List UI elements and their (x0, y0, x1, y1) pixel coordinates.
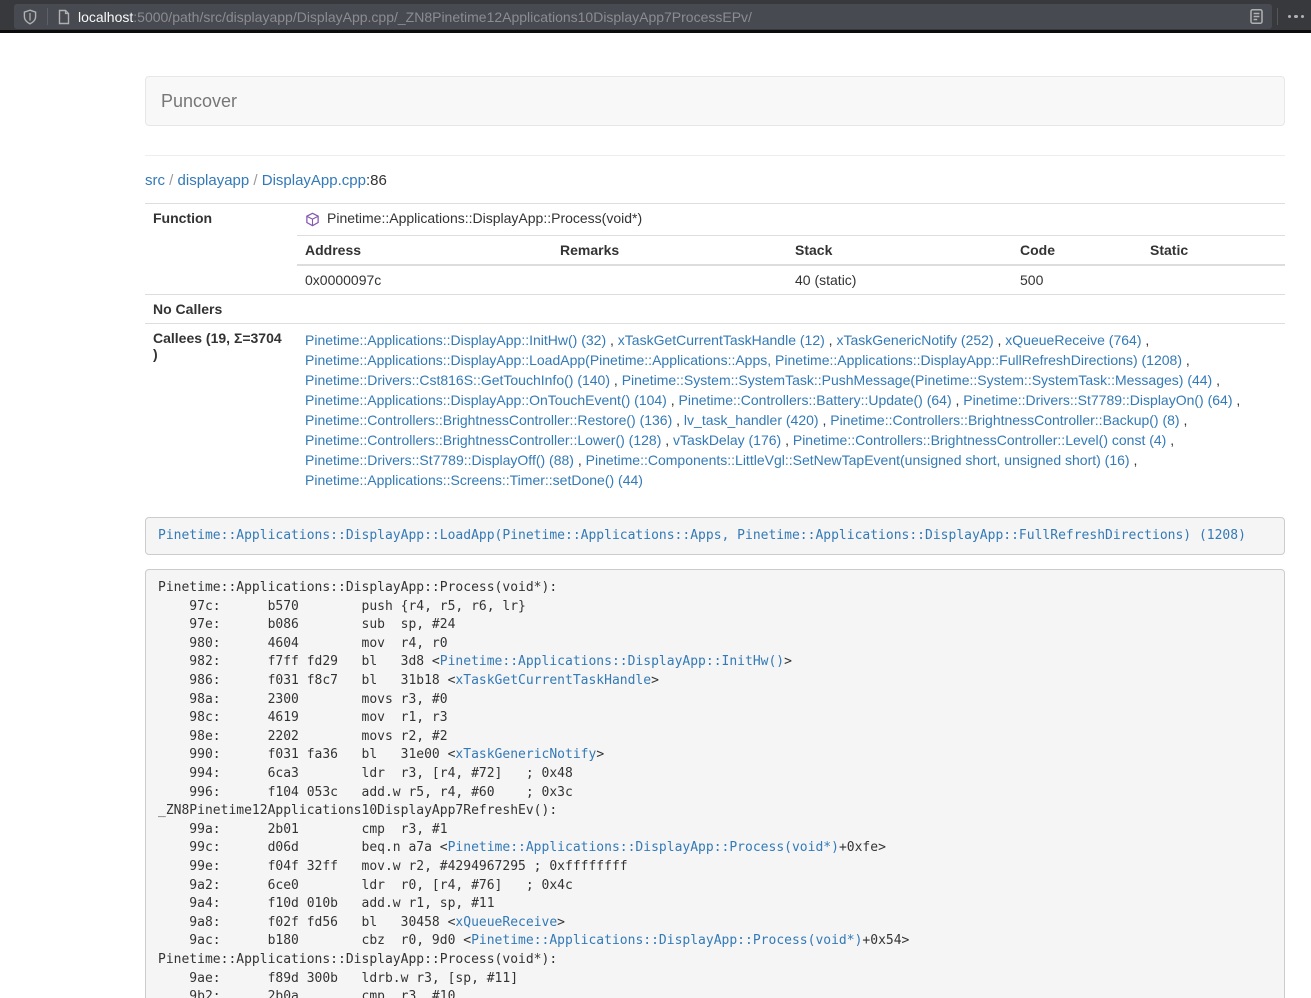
divider (145, 155, 1285, 156)
callee-link[interactable]: Pinetime::Components::LittleVgl::SetNewT… (586, 452, 1130, 468)
function-label: Function (145, 204, 297, 295)
function-row: Function Pinetime::Applications::Display… (145, 204, 1285, 236)
url-bar[interactable]: localhost:5000/path/src/displayapp/Displ… (14, 4, 1272, 29)
callee-link[interactable]: Pinetime::Applications::Screens::Timer::… (305, 472, 643, 488)
callee-separator: , (1180, 412, 1188, 428)
callee-link[interactable]: Pinetime::Controllers::BrightnessControl… (305, 412, 672, 428)
remarks-value (552, 265, 787, 295)
column-stack: Stack (787, 235, 1012, 265)
url-text[interactable]: localhost:5000/path/src/displayapp/Displ… (78, 9, 1241, 25)
brand-link[interactable]: Puncover (146, 76, 252, 126)
callee-link[interactable]: Pinetime::Applications::DisplayApp::Load… (305, 352, 1182, 368)
callee-link[interactable]: Pinetime::Applications::DisplayApp::Init… (305, 332, 606, 348)
breadcrumb-separator: / (165, 172, 178, 189)
callee-link[interactable]: lv_task_handler (420) (684, 412, 819, 428)
function-name: Pinetime::Applications::DisplayApp::Proc… (327, 210, 642, 226)
callees-label: Callees (19, Σ=3704 ) (145, 323, 297, 496)
callee-link[interactable]: vTaskDelay (176) (673, 432, 781, 448)
callee-link[interactable]: xTaskGenericNotify (252) (836, 332, 993, 348)
callee-separator: , (1212, 372, 1220, 388)
callee-separator: , (994, 332, 1006, 348)
breadcrumb-line-number: :86 (366, 172, 387, 189)
callee-separator: , (1141, 332, 1149, 348)
navbar: Puncover (145, 76, 1285, 126)
callee-separator: , (1166, 432, 1174, 448)
no-callers-label: No Callers (145, 294, 297, 323)
static-value (1142, 265, 1285, 295)
url-path: :5000/path/src/displayapp/DisplayApp.cpp… (133, 9, 752, 25)
callee-separator: , (952, 392, 964, 408)
breadcrumb: src / displayapp / DisplayApp.cpp:86 (145, 172, 1285, 189)
code-symbol-link[interactable]: xTaskGetCurrentTaskHandle (455, 673, 651, 688)
callee-link[interactable]: Pinetime::Controllers::Battery::Update()… (679, 392, 952, 408)
callees-list: Pinetime::Applications::DisplayApp::Init… (297, 323, 1285, 496)
package-icon (305, 212, 320, 227)
load-app-link[interactable]: Pinetime::Applications::DisplayApp::Load… (158, 528, 1246, 543)
callee-link[interactable]: Pinetime::Controllers::BrightnessControl… (830, 412, 1179, 428)
callee-separator: , (610, 372, 622, 388)
callee-link[interactable]: Pinetime::Controllers::BrightnessControl… (305, 432, 661, 448)
shield-icon[interactable] (22, 9, 38, 25)
callee-separator: , (1130, 452, 1138, 468)
page-actions-icon[interactable] (1284, 0, 1308, 33)
column-code: Code (1012, 235, 1142, 265)
code-symbol-link[interactable]: Pinetime::Applications::DisplayApp::Proc… (471, 933, 862, 948)
callee-separator: , (825, 332, 837, 348)
divider (1277, 8, 1278, 25)
breadcrumb-link[interactable]: DisplayApp.cpp (262, 172, 366, 189)
column-static: Static (1142, 235, 1285, 265)
identity-box (14, 8, 71, 25)
stack-value: 40 (static) (787, 265, 1012, 295)
callee-link[interactable]: xTaskGetCurrentTaskHandle (12) (618, 332, 825, 348)
code-size-value: 500 (1012, 265, 1142, 295)
disassembly-listing: Pinetime::Applications::DisplayApp::Proc… (145, 569, 1285, 998)
callee-separator: , (672, 412, 684, 428)
code-symbol-link[interactable]: Pinetime::Applications::DisplayApp::Proc… (448, 840, 839, 855)
callee-link[interactable]: Pinetime::System::SystemTask::PushMessag… (622, 372, 1213, 388)
callee-separator: , (667, 392, 679, 408)
callee-link[interactable]: Pinetime::Drivers::Cst816S::GetTouchInfo… (305, 372, 610, 388)
code-symbol-link[interactable]: xQueueReceive (455, 915, 557, 930)
callee-separator: , (574, 452, 586, 468)
address-value: 0x0000097c (297, 265, 552, 295)
content: Puncover src / displayapp / DisplayApp.c… (145, 76, 1285, 998)
callee-link[interactable]: Pinetime::Applications::DisplayApp::OnTo… (305, 392, 667, 408)
reader-mode-icon[interactable] (1249, 8, 1264, 25)
stats-header-row: Address Remarks Stack Code Static (145, 235, 1285, 265)
breadcrumb-link[interactable]: src (145, 172, 165, 189)
code-symbol-link[interactable]: xTaskGenericNotify (455, 747, 596, 762)
callee-link[interactable]: xQueueReceive (764) (1005, 332, 1141, 348)
callee-link[interactable]: Pinetime::Drivers::St7789::DisplayOff() … (305, 452, 574, 468)
callee-separator: , (606, 332, 618, 348)
callee-separator: , (1233, 392, 1241, 408)
callees-row: Callees (19, Σ=3704 ) Pinetime::Applicat… (145, 323, 1285, 496)
url-host: localhost (78, 9, 133, 25)
callee-link[interactable]: Pinetime::Drivers::St7789::DisplayOn() (… (963, 392, 1232, 408)
divider (47, 8, 48, 25)
callee-separator: , (781, 432, 793, 448)
callee-separator: , (661, 432, 673, 448)
callsite-box: Pinetime::Applications::DisplayApp::Load… (145, 517, 1285, 556)
code-symbol-link[interactable]: Pinetime::Applications::DisplayApp::Init… (440, 654, 784, 669)
callee-separator: , (819, 412, 831, 428)
callee-separator: , (1182, 352, 1190, 368)
column-remarks: Remarks (552, 235, 787, 265)
stats-value-row: 0x0000097c 40 (static) 500 (145, 265, 1285, 295)
callee-link[interactable]: Pinetime::Controllers::BrightnessControl… (793, 432, 1166, 448)
page-icon (57, 9, 71, 25)
breadcrumb-link[interactable]: displayapp (178, 172, 250, 189)
no-callers-row: No Callers (145, 294, 1285, 323)
breadcrumb-separator: / (249, 172, 262, 189)
column-address: Address (297, 235, 552, 265)
browser-toolbar: localhost:5000/path/src/displayapp/Displ… (0, 0, 1311, 33)
function-table: Function Pinetime::Applications::Display… (145, 203, 1285, 496)
